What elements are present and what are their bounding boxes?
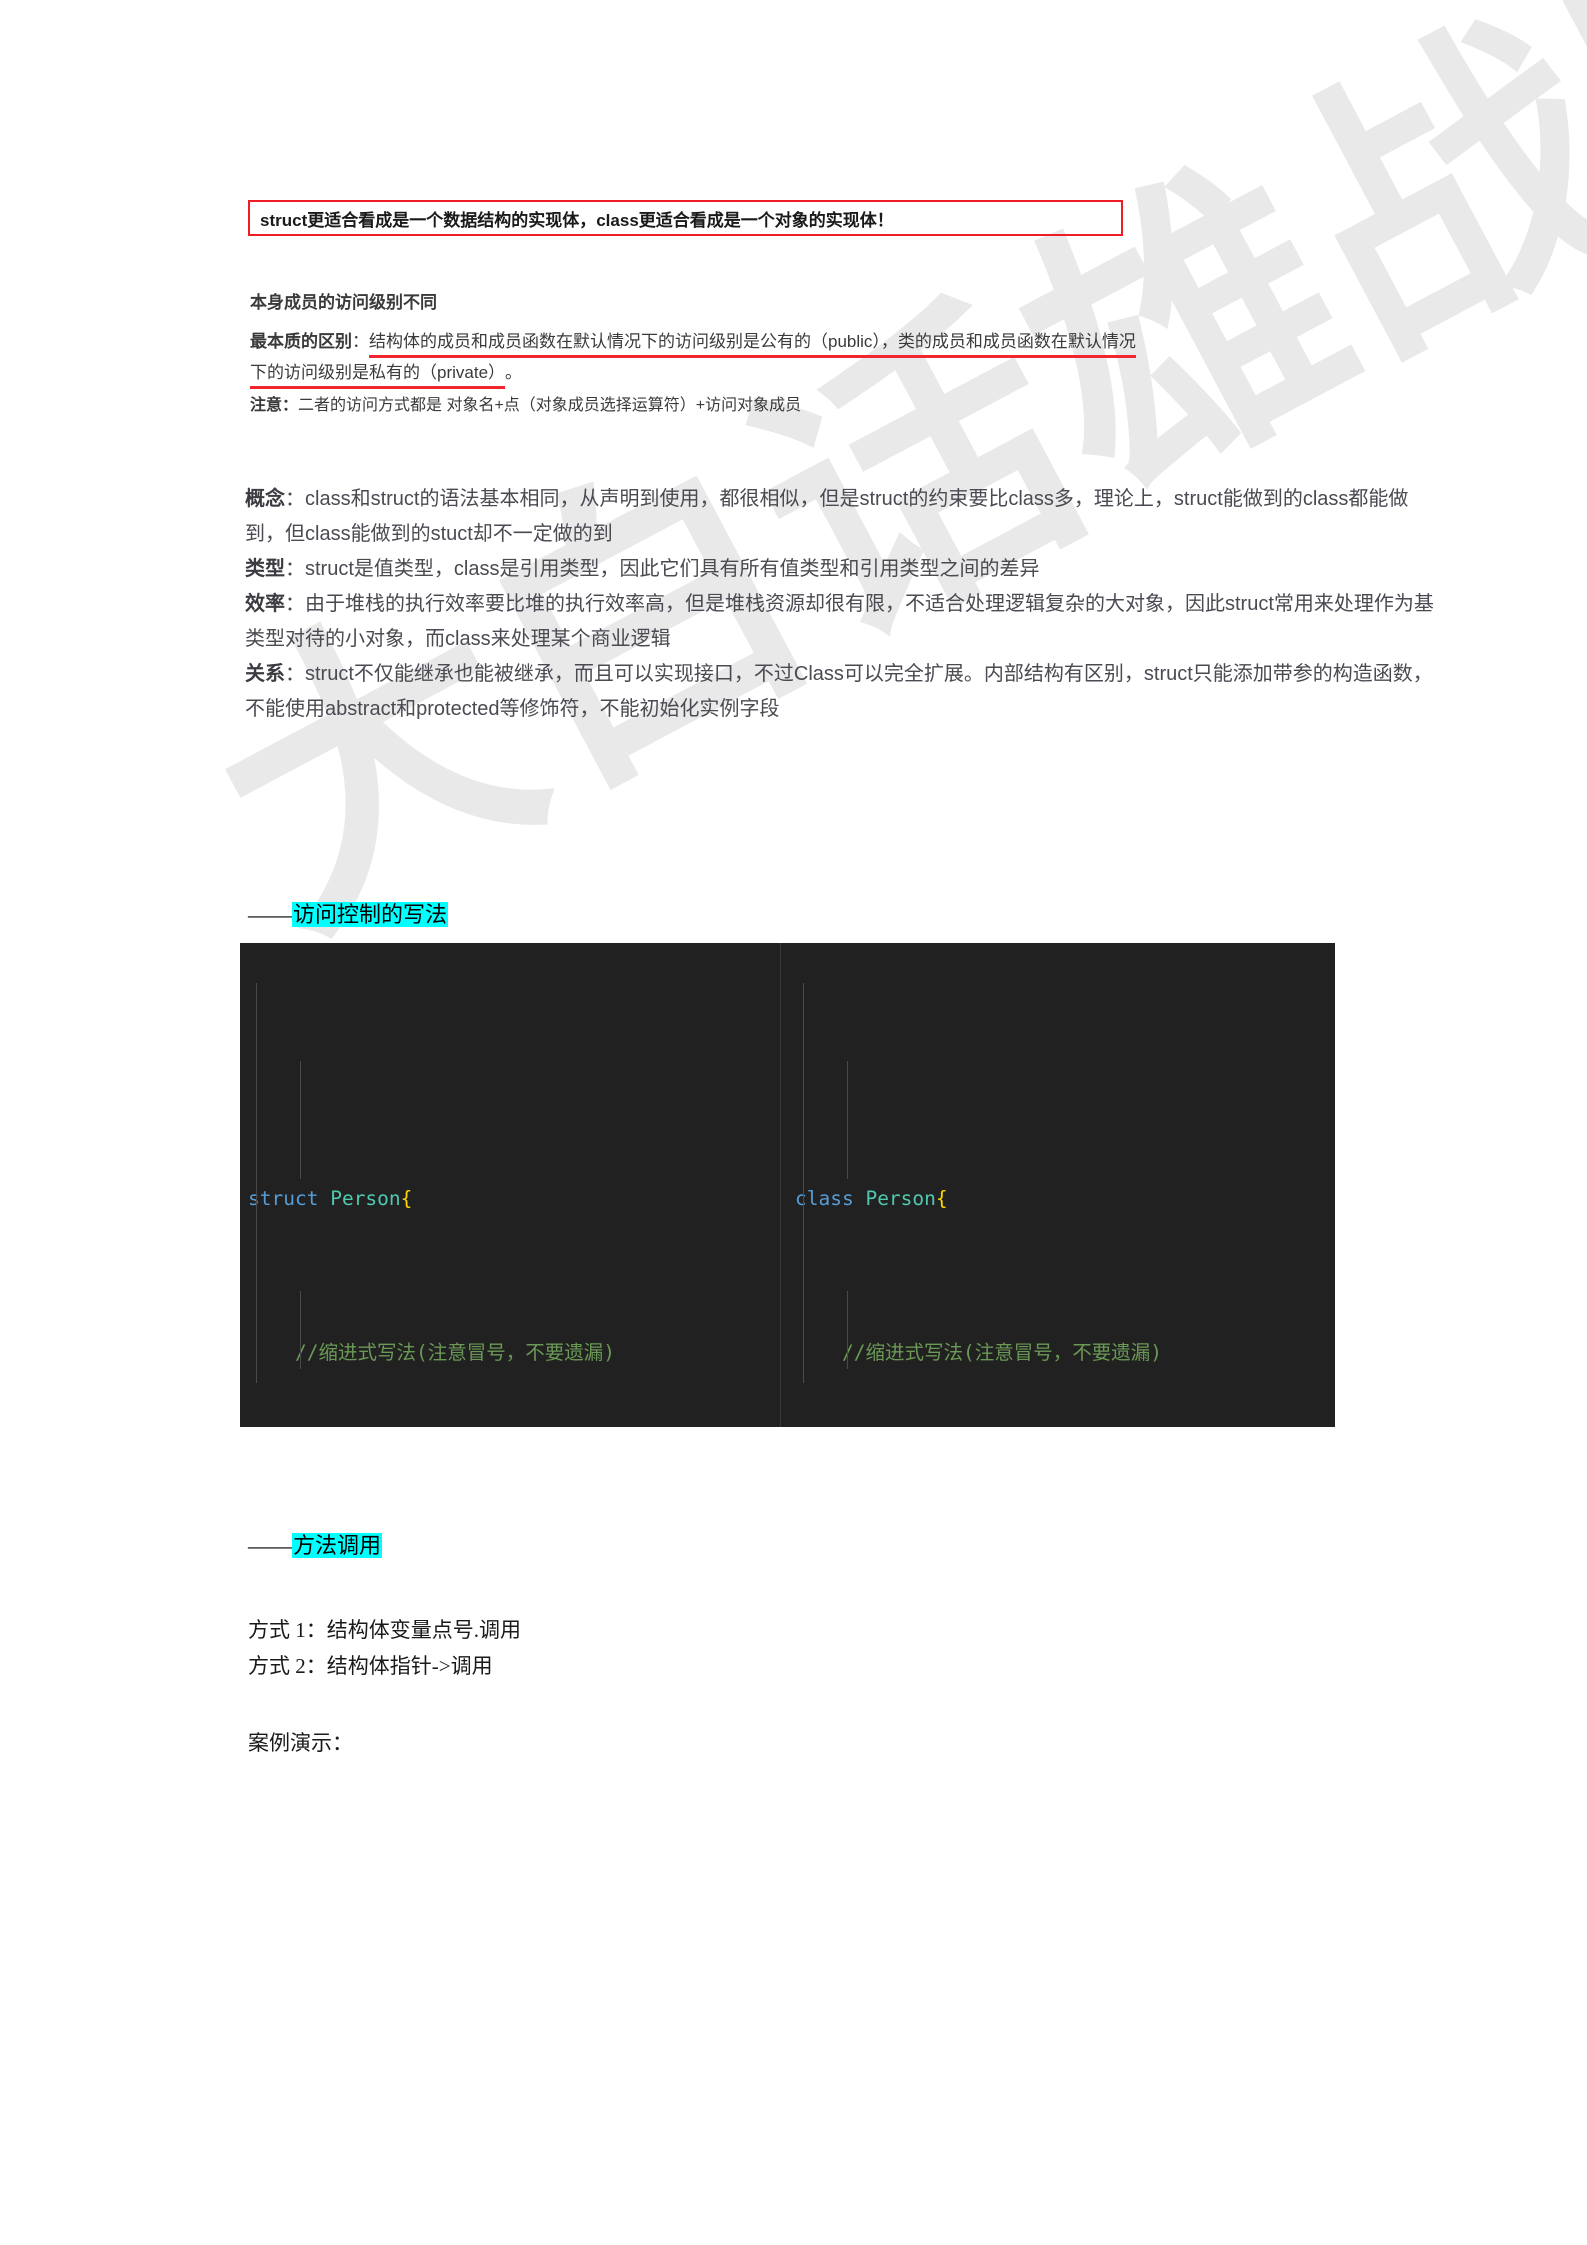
access-level-section: 本身成员的访问级别不同 最本质的区别：结构体的成员和成员函数在默认情况下的访问级… [250,288,1440,421]
token-comment: //缩进式写法(注意冒号，不要遗漏) [841,1341,1162,1364]
essence-underlined-1: 结构体的成员和成员函数在默认情况下的访问级别是公有的（public），类的成员和… [369,330,1136,358]
paragraph-relation-text: struct不仅能继承也能被继承，而且可以实现接口，不过Class可以完全扩展。… [245,663,1433,720]
token-open-brace: { [935,1187,948,1210]
essence-colon: ： [352,332,369,351]
red-boxed-title: struct更适合看成是一个数据结构的实现体，class更适合看成是一个对象的实… [248,200,1123,236]
paragraph-efficiency-label: 效率 [245,593,285,615]
document-page: 大白话雄战队 struct更适合看成是一个数据结构的实现体，class更适合看成… [0,0,1587,2245]
paragraph-concept: 概念：class和struct的语法基本相同，从声明到使用，都很相似，但是str… [245,482,1445,552]
indent-guide [300,1061,301,1179]
heading-call-dash: —— [248,1533,292,1558]
indent-guide [803,983,804,1383]
access-level-heading: 本身成员的访问级别不同 [250,293,437,312]
method-call-list: 方式 1：结构体变量点号.调用 方式 2：结构体指针->调用 [248,1612,521,1684]
heading-access-dash: —— [248,902,292,927]
heading-method-call: ——方法调用 [248,1528,383,1560]
paragraph-relation-colon: ： [285,663,305,685]
token-open-brace: { [400,1187,413,1210]
code-line: //缩进式写法(注意冒号，不要遗漏) [795,1334,1335,1373]
essence-label: 最本质的区别 [250,332,352,351]
main-paragraph-block: 概念：class和struct的语法基本相同，从声明到使用，都很相似，但是str… [245,482,1445,727]
red-boxed-title-text: struct更适合看成是一个数据结构的实现体，class更适合看成是一个对象的实… [260,210,894,230]
indent-guide [256,983,257,1383]
access-note-text: 二者的访问方式都是 对象名+点（对象成员选择运算符）+访问对象成员 [298,397,802,414]
paragraph-type-label: 类型 [245,558,285,580]
case-demo-label: 案例演示： [248,1731,353,1755]
essence-tail: 。 [505,363,523,382]
access-note-line: 注意：二者的访问方式都是 对象名+点（对象成员选择运算符）+访问对象成员 [250,391,1440,421]
paragraph-efficiency: 效率：由于堆栈的执行效率要比堆的执行效率高，但是堆栈资源却很有限，不适合处理逻辑… [245,587,1445,657]
paragraph-type-colon: ： [285,558,305,580]
paragraph-relation: 关系：struct不仅能继承也能被继承，而且可以实现接口，不过Class可以完全… [245,657,1445,727]
token-comment: //缩进式写法(注意冒号，不要遗漏) [294,1341,615,1364]
heading-access-control: ——访问控制的写法 [248,897,449,929]
paragraph-efficiency-text: 由于堆栈的执行效率要比堆的执行效率高，但是堆栈资源却很有限，不适合处理逻辑复杂的… [245,593,1434,650]
access-note-label: 注意： [250,397,299,414]
essence-underlined-2: 下的访问级别是私有的（private） [250,361,506,389]
code-block: struct Person{ //缩进式写法(注意冒号，不要遗漏) public… [240,943,1335,1427]
method-call-line-2: 方式 2：结构体指针->调用 [248,1654,493,1678]
code-line: class Person{ [795,1180,1335,1219]
heading-call-label: 方法调用 [292,1533,383,1558]
paragraph-relation-label: 关系 [245,663,285,685]
paragraph-efficiency-colon: ： [285,593,305,615]
code-pane-class: class Person{ //缩进式写法(注意冒号，不要遗漏) public:… [780,943,1335,1427]
paragraph-concept-colon: ： [285,488,305,510]
token-type-name: Person [330,1187,401,1210]
paragraph-type: 类型：struct是值类型，class是引用类型，因此它们具有所有值类型和引用类… [245,552,1445,587]
indent-guide [847,1291,848,1369]
heading-access-label: 访问控制的写法 [292,902,449,927]
token-keyword: struct [248,1187,319,1210]
paragraph-concept-text: class和struct的语法基本相同，从声明到使用，都很相似，但是struct… [245,488,1409,545]
method-call-line-1: 方式 1：结构体变量点号.调用 [248,1618,521,1642]
indent-guide [847,1061,848,1179]
essence-line-1: 最本质的区别：结构体的成员和成员函数在默认情况下的访问级别是公有的（public… [250,327,1440,358]
code-line: //缩进式写法(注意冒号，不要遗漏) [248,1334,780,1373]
token-type-name: Person [865,1187,936,1210]
indent-guide [300,1291,301,1369]
code-line: struct Person{ [248,1180,780,1219]
paragraph-concept-label: 概念 [245,488,285,510]
code-pane-struct: struct Person{ //缩进式写法(注意冒号，不要遗漏) public… [240,943,780,1427]
essence-line-2: 下的访问级别是私有的（private）。 [250,358,1440,389]
paragraph-type-text: struct是值类型，class是引用类型，因此它们具有所有值类型和引用类型之间… [305,558,1040,580]
